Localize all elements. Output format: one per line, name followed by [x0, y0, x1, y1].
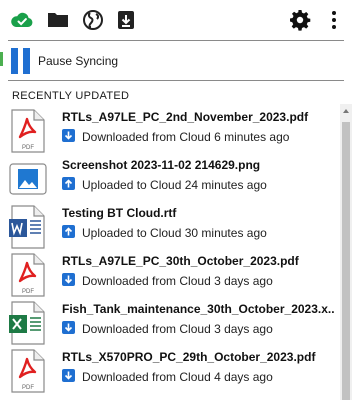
- file-status-text: Downloaded from Cloud 4 days ago: [82, 370, 273, 384]
- svg-text:PDF: PDF: [22, 385, 34, 391]
- file-item[interactable]: PDF RTLs_X570PRO_PC_29th_October_2023.pdf…: [0, 346, 338, 393]
- pause-syncing-button[interactable]: Pause Syncing: [0, 46, 352, 76]
- file-name: Screenshot 2023-11-02 214629.png: [62, 158, 261, 172]
- file-item[interactable]: Testing BT Cloud.rtf Uploaded to Cloud 30…: [0, 202, 338, 249]
- file-name: RTLs_A97LE_PC_2nd_November_2023.pdf: [62, 110, 309, 124]
- file-item[interactable]: Fish_Tank_maintenance_30th_October_2023.…: [0, 298, 338, 345]
- more-vertical-icon[interactable]: [322, 8, 346, 32]
- file-name: RTLs_X570PRO_PC_29th_October_2023.pdf: [62, 350, 316, 364]
- pause-icon: [11, 48, 33, 74]
- cloud-check-icon[interactable]: [10, 8, 34, 32]
- upload-arrow-icon: [62, 225, 75, 238]
- download-icon[interactable]: [114, 8, 138, 32]
- svg-text:PDF: PDF: [22, 145, 34, 151]
- svg-text:PDF: PDF: [22, 289, 34, 295]
- file-status-text: Downloaded from Cloud 3 days ago: [82, 274, 273, 288]
- download-arrow-icon: [62, 369, 75, 382]
- file-name: Fish_Tank_maintenance_30th_October_2023.…: [62, 302, 334, 316]
- scroll-up-arrow-icon[interactable]: [340, 104, 352, 118]
- excel-file-icon: [8, 301, 48, 345]
- file-item[interactable]: PDF RTLs_A97LE_PC_2nd_November_2023.pdf Do…: [0, 106, 338, 153]
- recent-files-list: PDF RTLs_A97LE_PC_2nd_November_2023.pdf Do…: [0, 104, 340, 400]
- toolbar: [0, 0, 352, 40]
- globe-icon[interactable]: [81, 8, 105, 32]
- section-title: RECENTLY UPDATED: [12, 90, 130, 102]
- file-status-text: Downloaded from Cloud 3 days ago: [82, 322, 273, 336]
- toolbar-divider: [8, 40, 344, 41]
- file-item[interactable]: Screenshot 2023-11-02 214629.png Uploaded…: [0, 154, 338, 200]
- download-arrow-icon: [62, 321, 75, 334]
- image-file-icon: [8, 157, 48, 201]
- scroll-thumb[interactable]: [342, 122, 350, 400]
- file-status-text: Downloaded from Cloud 6 minutes ago: [82, 130, 290, 144]
- word-file-icon: [8, 205, 48, 249]
- folder-icon[interactable]: [46, 8, 70, 32]
- scrollbar[interactable]: [340, 104, 352, 400]
- upload-arrow-icon: [62, 177, 75, 190]
- file-name: Testing BT Cloud.rtf: [62, 206, 177, 220]
- file-status-text: Uploaded to Cloud 24 minutes ago: [82, 178, 267, 192]
- file-status-text: Uploaded to Cloud 30 minutes ago: [82, 226, 267, 240]
- file-name: RTLs_A97LE_PC_30th_October_2023.pdf: [62, 254, 299, 268]
- pdf-file-icon: PDF: [8, 349, 48, 393]
- pdf-file-icon: PDF: [8, 253, 48, 297]
- section-divider: [8, 80, 344, 81]
- gear-icon[interactable]: [288, 8, 312, 32]
- file-item[interactable]: PDF RTLs_A97LE_PC_30th_October_2023.pdf Do…: [0, 250, 338, 297]
- download-arrow-icon: [62, 273, 75, 286]
- pdf-file-icon: PDF: [8, 109, 48, 153]
- pause-syncing-label: Pause Syncing: [38, 54, 119, 68]
- download-arrow-icon: [62, 129, 75, 142]
